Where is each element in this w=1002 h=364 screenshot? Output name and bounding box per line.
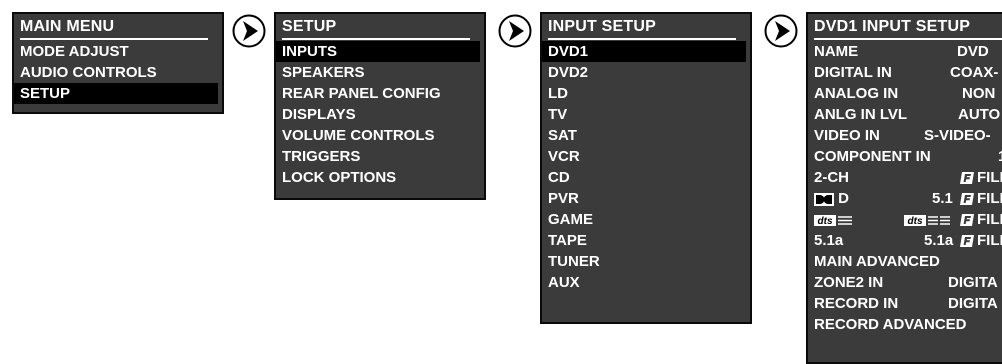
main-menu-title: MAIN MENU (20, 18, 115, 35)
setting-label: RECORD IN (814, 295, 899, 312)
setting-value: FILM (977, 169, 1002, 186)
dolby-double-d-icon (814, 192, 834, 206)
setting-label: RECORD ADVANCED (814, 316, 967, 333)
setting-value: AUTO (958, 106, 1001, 123)
input-item-dvd2[interactable]: DVD2 (542, 62, 750, 83)
svg-text:dts: dts (818, 216, 833, 227)
setting-value-film: FILM (960, 167, 1002, 188)
setting-value: NON (962, 85, 996, 102)
menu-item-triggers[interactable]: TRIGGERS (276, 146, 484, 167)
chevron-right-icon (232, 14, 266, 48)
input-item-pvr[interactable]: PVR (542, 188, 750, 209)
setting-row-component-in[interactable]: COMPONENT IN 1 (808, 146, 1002, 167)
setting-value: DIGITA (948, 295, 998, 312)
title-divider (282, 38, 470, 40)
setting-label: NAME (814, 43, 859, 60)
thx-film-icon (960, 214, 974, 227)
input-item-tv[interactable]: TV (542, 104, 750, 125)
setting-row-analog-in[interactable]: ANALOG IN NON (808, 83, 1002, 104)
setting-value: S-VIDEO- (924, 127, 991, 144)
title-divider (20, 38, 208, 40)
dvd1-input-setup-title: DVD1 INPUT SETUP (814, 18, 971, 35)
setting-row-name[interactable]: NAME DVD (808, 41, 1002, 62)
setup-menu-list: INPUTS SPEAKERS REAR PANEL CONFIG DISPLA… (276, 41, 484, 188)
input-item-ld[interactable]: LD (542, 83, 750, 104)
setting-label: 5.1a (814, 232, 844, 249)
menu-item-speakers[interactable]: SPEAKERS (276, 62, 484, 83)
input-item-dvd1[interactable]: DVD1 (542, 41, 746, 62)
title-divider (814, 38, 1002, 40)
setting-row-main-advanced[interactable]: MAIN ADVANCED (808, 251, 1002, 272)
setting-label: ZONE2 IN (814, 274, 884, 291)
setting-label: 2-CH (814, 169, 850, 186)
setting-value: DVD (957, 43, 989, 60)
setting-label: ANALOG IN (814, 85, 899, 102)
dvd1-input-setup-panel: DVD1 INPUT SETUP NAME DVD DIGITAL IN COA… (806, 12, 1002, 364)
input-item-tuner[interactable]: TUNER (542, 251, 750, 272)
menu-item-setup[interactable]: SETUP (14, 83, 218, 104)
thx-film-icon (960, 235, 974, 248)
setting-row-digital-in[interactable]: DIGITAL IN COAX- (808, 62, 1002, 83)
setting-label: VIDEO IN (814, 127, 880, 144)
input-item-game[interactable]: GAME (542, 209, 750, 230)
dvd1-settings-list: NAME DVD DIGITAL IN COAX- ANALOG IN NON … (808, 41, 1002, 335)
dts-label: dts (814, 209, 854, 230)
setting-value: COAX- (950, 64, 999, 81)
input-item-cd[interactable]: CD (542, 167, 750, 188)
menu-item-volume-controls[interactable]: VOLUME CONTROLS (276, 125, 484, 146)
setting-row-5-1a[interactable]: 5.1a 5.1a FILM (808, 230, 1002, 251)
input-item-vcr[interactable]: VCR (542, 146, 750, 167)
setting-row-anlg-in-lvl[interactable]: ANLG IN LVL AUTO (808, 104, 1002, 125)
dolby-label: D (814, 188, 849, 209)
setting-value: FILM (977, 232, 1002, 249)
input-item-sat[interactable]: SAT (542, 125, 750, 146)
setting-value-film: FILM (960, 188, 1002, 209)
dts-mode: dts (904, 209, 952, 230)
setting-mode: 5.1 (932, 190, 953, 207)
menu-item-audio-controls[interactable]: AUDIO CONTROLS (14, 62, 222, 83)
setting-row-dolby-digital[interactable]: D 5.1 FILM (808, 188, 1002, 209)
setup-menu-panel: SETUP INPUTS SPEAKERS REAR PANEL CONFIG … (274, 12, 486, 200)
thx-film-icon (960, 193, 974, 206)
menu-item-lock-options[interactable]: LOCK OPTIONS (276, 167, 484, 188)
thx-film-icon (960, 172, 974, 185)
dts-es-logo-icon: dts (904, 214, 950, 227)
input-item-tape[interactable]: TAPE (542, 230, 750, 251)
chevron-right-icon (498, 14, 532, 48)
setting-row-video-in[interactable]: VIDEO IN S-VIDEO- (808, 125, 1002, 146)
setting-label: MAIN ADVANCED (814, 253, 940, 270)
input-item-aux[interactable]: AUX (542, 272, 750, 293)
menu-item-displays[interactable]: DISPLAYS (276, 104, 484, 125)
setting-value-film: FILM (960, 230, 1002, 251)
menu-item-inputs[interactable]: INPUTS (276, 41, 480, 62)
setting-row-record-in[interactable]: RECORD IN DIGITA (808, 293, 1002, 314)
input-setup-list: DVD1 DVD2 LD TV SAT VCR CD PVR GAME TAPE… (542, 41, 750, 293)
setting-value-film: FILM (960, 209, 1002, 230)
setting-row-2ch[interactable]: 2-CH FILM (808, 167, 1002, 188)
svg-text:dts: dts (908, 216, 923, 227)
menu-item-mode-adjust[interactable]: MODE ADJUST (14, 41, 222, 62)
setting-row-zone2-in[interactable]: ZONE2 IN DIGITA (808, 272, 1002, 293)
chevron-right-icon (764, 14, 798, 48)
setting-row-dts[interactable]: dts dts FILM (808, 209, 1002, 230)
setting-label: ANLG IN LVL (814, 106, 908, 123)
dts-logo-icon: dts (814, 214, 852, 227)
setting-value: FILM (977, 211, 1002, 228)
setting-label: D (838, 190, 850, 207)
main-menu-panel: MAIN MENU MODE ADJUST AUDIO CONTROLS SET… (12, 12, 224, 114)
input-setup-panel: INPUT SETUP DVD1 DVD2 LD TV SAT VCR CD P… (540, 12, 752, 324)
setup-menu-title: SETUP (282, 18, 337, 35)
setting-value: FILM (977, 190, 1002, 207)
main-menu-list: MODE ADJUST AUDIO CONTROLS SETUP (14, 41, 222, 104)
setting-label: COMPONENT IN (814, 148, 931, 165)
setting-value: DIGITA (948, 274, 998, 291)
setting-row-record-advanced[interactable]: RECORD ADVANCED (808, 314, 1002, 335)
setting-mode: 5.1a (924, 232, 954, 249)
input-setup-title: INPUT SETUP (548, 18, 656, 35)
title-divider (548, 38, 736, 40)
setting-value: 1 (998, 146, 1002, 167)
setting-label: DIGITAL IN (814, 64, 892, 81)
menu-item-rear-panel-config[interactable]: REAR PANEL CONFIG (276, 83, 484, 104)
